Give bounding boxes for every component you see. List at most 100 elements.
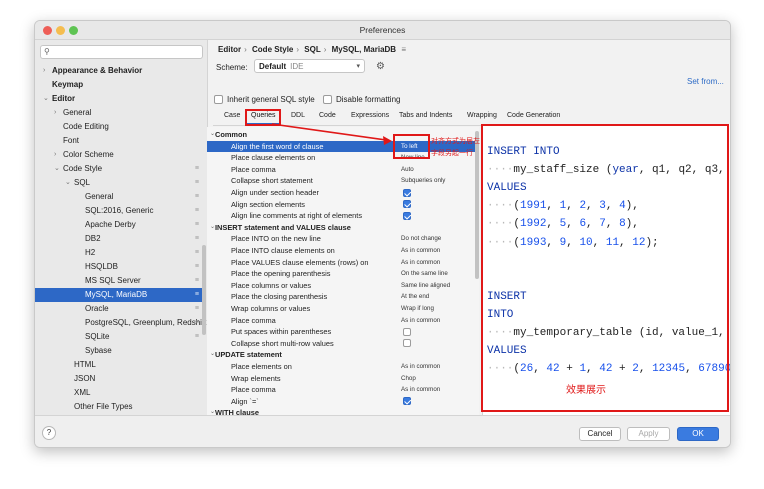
tab-code[interactable]: Code — [319, 112, 336, 119]
sidebar-item[interactable]: General ≡ — [35, 190, 203, 204]
sidebar-item[interactable]: DB2 ≡ — [35, 232, 203, 246]
setting-row[interactable]: Align section elements — [207, 199, 479, 211]
search-input[interactable] — [55, 47, 199, 57]
setting-value[interactable]: Auto — [401, 164, 414, 176]
tab-expressions[interactable]: Expressions — [351, 112, 389, 119]
setting-value[interactable]: Subqueries only — [401, 175, 445, 187]
sidebar-item[interactable]: PostgreSQL, Greenplum, Redshift ≡ — [35, 316, 206, 330]
setting-row[interactable]: Collapse short statement Subqueries only — [207, 175, 479, 187]
setting-row[interactable]: Align line comments at right of elements — [207, 210, 479, 222]
scheme-hint: IDE — [290, 62, 304, 71]
settings-group-header[interactable]: ⌄ UPDATE statement — [207, 349, 479, 361]
sidebar-item[interactable]: Sybase — [35, 344, 203, 358]
gear-icon[interactable]: ⚙ — [376, 61, 385, 72]
sidebar-item[interactable]: H2 ≡ — [35, 246, 203, 260]
sidebar-item[interactable]: ⌄ SQL ≡ — [35, 176, 203, 190]
setting-checkbox[interactable] — [403, 188, 411, 197]
setting-value[interactable]: As in common — [401, 361, 440, 373]
setting-row[interactable]: Collapse short multi-row values — [207, 338, 479, 350]
setting-checkbox[interactable] — [403, 397, 411, 406]
settings-scrollbar[interactable] — [475, 131, 479, 279]
setting-row[interactable]: Place comma As in common — [207, 384, 479, 396]
setting-row[interactable]: Place elements on As in common — [207, 361, 479, 373]
setting-row[interactable]: Place INTO clause elements on As in commo… — [207, 245, 479, 257]
tab-ddl[interactable]: DDL — [291, 112, 305, 119]
ok-button[interactable]: OK — [677, 427, 719, 441]
sidebar-item[interactable]: Oracle ≡ — [35, 302, 203, 316]
sidebar-item[interactable]: › General — [35, 106, 203, 120]
chevron-right-icon[interactable]: › — [43, 64, 45, 78]
tab-tabs-and-indents[interactable]: Tabs and Indents — [399, 112, 452, 119]
setting-row[interactable]: Place the opening parenthesis On the same… — [207, 268, 479, 280]
tab-wrapping[interactable]: Wrapping — [467, 112, 497, 119]
setting-value[interactable]: Wrap if long — [401, 303, 434, 315]
setting-value[interactable]: As in common — [401, 245, 440, 257]
scheme-settings-icon: ≡ — [194, 305, 199, 312]
inherit-style-checkbox[interactable] — [214, 95, 223, 104]
setting-checkbox[interactable] — [403, 200, 411, 209]
sidebar-item[interactable]: SQL:2016, Generic ≡ — [35, 204, 203, 218]
setting-row[interactable]: Place INTO on the new line Do not change — [207, 233, 479, 245]
breadcrumb-code-style[interactable]: Code Style — [252, 45, 293, 54]
disable-formatting-checkbox[interactable] — [323, 95, 332, 104]
tab-case[interactable]: Case — [224, 112, 240, 119]
setting-value[interactable]: Same line aligned — [401, 280, 450, 292]
scheme-settings-icon: ≡ — [194, 193, 199, 200]
setting-value[interactable]: As in common — [401, 257, 440, 269]
sidebar-item[interactable]: Code Editing — [35, 120, 203, 134]
chevron-right-icon[interactable]: › — [54, 106, 56, 120]
setting-row[interactable]: Align under section header — [207, 187, 479, 199]
setting-checkbox[interactable] — [403, 327, 411, 336]
setting-checkbox[interactable] — [403, 211, 411, 220]
sidebar-scrollbar[interactable] — [202, 245, 206, 335]
help-button[interactable]: ? — [42, 426, 56, 440]
cancel-button[interactable]: Cancel — [579, 427, 621, 441]
sidebar-item[interactable]: SQLite ≡ — [35, 330, 203, 344]
settings-search[interactable]: ⚲ — [40, 45, 203, 59]
sidebar-item[interactable]: XML — [35, 386, 203, 400]
set-from-link[interactable]: Set from... — [687, 77, 724, 86]
setting-row[interactable]: Place columns or values Same line aligned — [207, 280, 479, 292]
setting-checkbox[interactable] — [403, 339, 411, 348]
setting-value[interactable]: Chop — [401, 373, 416, 385]
setting-row[interactable]: Place comma As in common — [207, 315, 479, 327]
sidebar-item[interactable]: ⌄ Code Style ≡ — [35, 162, 203, 176]
setting-row[interactable]: Place the closing parenthesis At the end — [207, 291, 479, 303]
setting-row[interactable]: Wrap elements Chop — [207, 373, 479, 385]
sidebar-item[interactable]: Font — [35, 134, 203, 148]
breadcrumb-editor[interactable]: Editor — [218, 45, 241, 54]
breadcrumb-sql[interactable]: SQL — [304, 45, 320, 54]
sidebar-item[interactable]: HSQLDB ≡ — [35, 260, 203, 274]
settings-group-header[interactable]: ⌄ WITH clause — [207, 407, 479, 415]
sidebar-item[interactable]: ⌄ Editor — [35, 92, 203, 106]
chevron-down-icon[interactable]: ⌄ — [65, 176, 71, 190]
scheme-select[interactable]: Default IDE ▾ — [254, 59, 365, 73]
chevron-down-icon[interactable]: ⌄ — [54, 162, 60, 176]
sidebar-item[interactable]: Apache Derby ≡ — [35, 218, 203, 232]
sidebar-item[interactable]: Keymap — [35, 78, 203, 92]
setting-value[interactable]: On the same line — [401, 268, 448, 280]
setting-row[interactable]: Align `=` — [207, 396, 479, 408]
sidebar-item[interactable]: HTML — [35, 358, 203, 372]
values-highlight — [393, 134, 430, 159]
apply-button[interactable]: Apply — [627, 427, 670, 441]
setting-value[interactable]: As in common — [401, 384, 440, 396]
setting-row[interactable]: Wrap columns or values Wrap if long — [207, 303, 479, 315]
setting-row[interactable]: Put spaces within parentheses — [207, 326, 479, 338]
setting-value[interactable]: At the end — [401, 291, 429, 303]
sidebar-item[interactable]: › Color Scheme — [35, 148, 203, 162]
setting-row[interactable]: Place comma Auto — [207, 164, 479, 176]
sidebar-item-label: SQLite — [85, 332, 110, 341]
chevron-down-icon[interactable]: ⌄ — [43, 92, 49, 106]
sidebar-item[interactable]: Other File Types — [35, 400, 203, 414]
sidebar-item[interactable]: › Appearance & Behavior — [35, 64, 203, 78]
sidebar-item[interactable]: MySQL, MariaDB ≡ — [35, 288, 203, 302]
tab-code-generation[interactable]: Code Generation — [507, 112, 560, 119]
chevron-right-icon[interactable]: › — [54, 148, 56, 162]
setting-row[interactable]: Place VALUES clause elements (rows) on As… — [207, 257, 479, 269]
setting-value[interactable]: Do not change — [401, 233, 441, 245]
sidebar-item[interactable]: JSON — [35, 372, 203, 386]
sidebar-item[interactable]: MS SQL Server ≡ — [35, 274, 203, 288]
setting-value[interactable]: As in common — [401, 315, 440, 327]
settings-group-header[interactable]: ⌄ INSERT statement and VALUES clause — [207, 222, 479, 234]
